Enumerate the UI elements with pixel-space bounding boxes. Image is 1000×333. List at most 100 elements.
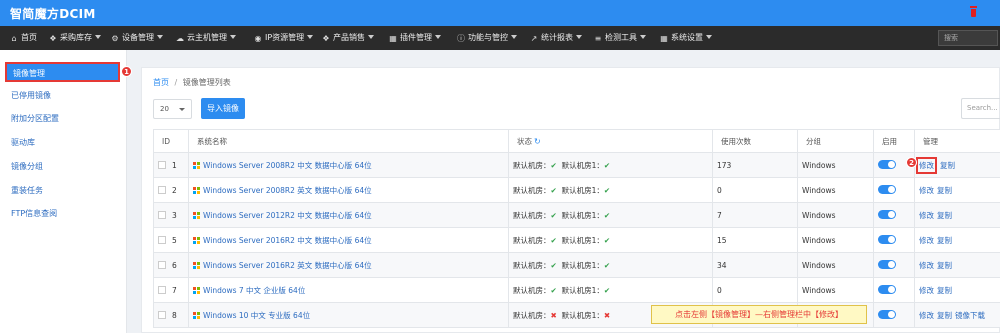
column-header-usage[interactable]: 使用次数	[712, 129, 798, 153]
image-name-link[interactable]: Windows Server 2016R2 中文 数据中心版 64位	[203, 236, 372, 245]
edit-link[interactable]: 修改	[919, 311, 934, 320]
chevron-down-icon	[157, 35, 163, 39]
nav-item-2[interactable]: ⚙ 设备管理	[111, 32, 163, 44]
copy-link[interactable]: 复制	[937, 236, 952, 245]
enable-toggle[interactable]	[878, 185, 896, 194]
sidebar-item-1[interactable]: 已停用镜像	[0, 85, 127, 107]
status-room1-label: 默认机房1：	[561, 160, 604, 170]
cell-usage: 0	[712, 177, 798, 203]
nav-item-5[interactable]: ❖ 产品销售	[322, 32, 374, 44]
refresh-icon[interactable]: ↻	[534, 137, 541, 146]
cell-manage: 修改 复制	[914, 202, 1000, 228]
cell-id: 5	[153, 227, 189, 253]
nav-item-6[interactable]: ▦ 插件管理	[389, 32, 441, 44]
copy-link[interactable]: 复制	[940, 161, 955, 170]
grid-icon: ▦	[660, 34, 668, 43]
nav-item-label: 产品销售	[333, 33, 365, 42]
nav-item-0[interactable]: ⌂ 首页	[10, 32, 37, 44]
check-icon: ✔	[550, 210, 557, 220]
row-checkbox[interactable]	[158, 310, 166, 319]
copy-link[interactable]: 复制	[937, 211, 952, 220]
edit-link[interactable]: 修改	[919, 211, 934, 220]
sidebar-item-0[interactable]: 镜像管理	[5, 62, 120, 82]
column-header-enabled[interactable]: 启用	[873, 129, 915, 153]
nav-item-3[interactable]: ☁ 云主机管理	[176, 32, 236, 44]
cell-group: Windows	[797, 277, 874, 303]
status-room-label: 默认机房：	[513, 185, 551, 195]
image-name-link[interactable]: Windows 10 中文 专业版 64位	[203, 311, 310, 320]
row-checkbox[interactable]	[158, 235, 166, 244]
row-checkbox[interactable]	[158, 185, 166, 194]
copy-link[interactable]: 复制	[937, 286, 952, 295]
edit-link[interactable]: 修改	[916, 156, 937, 174]
status-room1-label: 默认机房1：	[561, 285, 604, 295]
image-name-link[interactable]: Windows Server 2008R2 英文 数据中心版 64位	[203, 186, 372, 195]
nav-search-input[interactable]: 搜索	[938, 30, 998, 46]
nav-item-1[interactable]: ❖ 采购库存	[49, 32, 101, 44]
chevron-down-icon	[576, 35, 582, 39]
nav-item-4[interactable]: ◉ IP资源管理	[254, 32, 314, 44]
enable-toggle[interactable]	[878, 235, 896, 244]
check-icon: ✔	[550, 185, 557, 195]
cloud-icon: ☁	[176, 34, 184, 43]
row-checkbox[interactable]	[158, 210, 166, 219]
sidebar-item-2[interactable]: 附加分区配置	[0, 108, 127, 130]
image-name-link[interactable]: Windows Server 2012R2 中文 数据中心版 64位	[203, 211, 372, 220]
row-checkbox[interactable]	[158, 285, 166, 294]
nav-item-7[interactable]: ⓘ 功能与管控	[457, 32, 517, 44]
image-name-link[interactable]: Windows Server 2008R2 中文 数据中心版 64位	[203, 161, 372, 170]
column-header-name[interactable]: 系统名称	[188, 129, 509, 153]
nav-item-label: 统计报表	[541, 33, 573, 42]
copy-link[interactable]: 复制	[937, 311, 952, 320]
cell-manage: 修改 复制	[914, 252, 1000, 278]
edit-link[interactable]: 修改	[919, 286, 934, 295]
cell-usage: 34	[712, 252, 798, 278]
status-room1-label: 默认机房1：	[561, 235, 604, 245]
cell-name: Windows 7 中文 企业版 64位	[188, 277, 509, 303]
column-header-status[interactable]: 状态 ↻	[508, 129, 713, 153]
search-input[interactable]: Search...	[961, 98, 1000, 119]
cell-enabled	[873, 202, 915, 228]
chevron-down-icon	[640, 35, 646, 39]
sidebar-item-5[interactable]: 重装任务	[0, 180, 127, 202]
enable-toggle[interactable]	[878, 160, 896, 169]
enable-toggle[interactable]	[878, 260, 896, 269]
image-name-link[interactable]: Windows Server 2016R2 英文 数据中心版 64位	[203, 261, 372, 270]
row-checkbox[interactable]	[158, 160, 166, 169]
copy-link[interactable]: 复制	[937, 186, 952, 195]
trash-icon[interactable]	[970, 6, 977, 18]
status-room1-label: 默认机房1：	[561, 210, 604, 220]
cell-status: 默认机房：✔ 默认机房1：✔	[508, 277, 713, 303]
breadcrumb-home-link[interactable]: 首页	[153, 78, 169, 87]
page-size-select[interactable]: 20	[153, 99, 192, 119]
sidebar-item-6[interactable]: FTP信息查阅	[0, 203, 127, 225]
cell-id: 1	[153, 152, 189, 178]
row-checkbox[interactable]	[158, 260, 166, 269]
chart-icon: ↗	[530, 34, 538, 43]
column-header-id[interactable]: ID	[153, 129, 189, 153]
grid-icon: ▦	[389, 34, 397, 43]
image-name-link[interactable]: Windows 7 中文 企业版 64位	[203, 286, 305, 295]
enable-toggle[interactable]	[878, 210, 896, 219]
nav-item-label: 首页	[21, 33, 37, 42]
sidebar-item-3[interactable]: 驱动库	[0, 132, 127, 154]
enable-toggle[interactable]	[878, 310, 896, 319]
copy-link[interactable]: 复制	[937, 261, 952, 270]
edit-link[interactable]: 修改	[919, 186, 934, 195]
enable-toggle[interactable]	[878, 285, 896, 294]
nav-item-10[interactable]: ▦ 系统设置	[660, 32, 712, 44]
sidebar-item-4[interactable]: 镜像分组	[0, 156, 127, 178]
column-header-group[interactable]: 分组	[797, 129, 874, 153]
row-id: 5	[172, 235, 177, 245]
nav-item-label: 采购库存	[60, 33, 92, 42]
breadcrumb-separator: /	[174, 78, 178, 87]
nav-item-9[interactable]: ≡ 检测工具	[594, 32, 646, 44]
column-header-status-label: 状态	[517, 136, 532, 146]
download-image-link[interactable]: 镜像下载	[955, 311, 985, 320]
edit-link[interactable]: 修改	[919, 261, 934, 270]
nav-item-8[interactable]: ↗ 统计报表	[530, 32, 582, 44]
status-room-label: 默认机房：	[513, 285, 551, 295]
edit-link[interactable]: 修改	[919, 236, 934, 245]
nav-item-label: 设备管理	[122, 33, 154, 42]
import-image-button[interactable]: 导入镜像	[201, 98, 245, 119]
